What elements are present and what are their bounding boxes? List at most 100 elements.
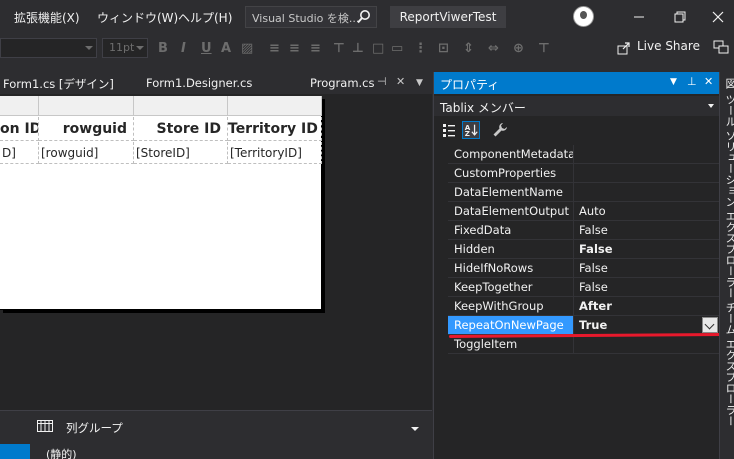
property-value[interactable] — [575, 335, 720, 353]
tab-form1-design[interactable]: Form1.cs [デザイン] — [3, 76, 114, 92]
row-group-selected[interactable] — [0, 444, 30, 459]
font-name-dropdown[interactable] — [0, 38, 97, 58]
property-row[interactable]: ComponentMetadata — [448, 145, 720, 164]
static-group-item[interactable]: (静的) — [46, 446, 77, 459]
data-cell[interactable]: [TerritoryID] — [228, 142, 322, 164]
property-row[interactable]: CustomProperties — [448, 164, 720, 183]
align-center-icon[interactable]: ≡ — [289, 42, 300, 56]
menu-extensions[interactable]: 拡張機能(X) — [14, 9, 80, 26]
side-tab-team-explorer[interactable]: チーム エクスプローラー — [722, 302, 734, 427]
tab-close-icon[interactable]: ✕ — [396, 75, 405, 88]
center-icon[interactable]: ⊕ — [513, 42, 524, 56]
report-designer[interactable]: on ID rowguid Store ID Territory ID D] [… — [0, 94, 432, 410]
menu-help[interactable]: ヘルプ(H) — [178, 9, 232, 26]
header-cell[interactable]: Territory ID — [228, 117, 322, 141]
property-name[interactable]: Hidden — [448, 240, 574, 258]
column-handles[interactable] — [0, 96, 322, 116]
property-row[interactable]: DataElementOutput Auto — [448, 202, 720, 221]
column-handle[interactable] — [39, 96, 134, 116]
property-row[interactable]: ToggleItem — [448, 335, 720, 354]
font-size-dropdown[interactable]: 11pt — [102, 38, 148, 58]
property-name[interactable]: KeepWithGroup — [448, 297, 574, 315]
pin-icon[interactable]: ⊥ — [687, 75, 697, 88]
header-cell[interactable]: rowguid — [39, 117, 134, 141]
italic-icon[interactable]: I — [181, 42, 186, 56]
data-cell[interactable]: [rowguid] — [39, 142, 134, 164]
categorized-icon[interactable] — [440, 121, 458, 139]
size-objects-icon[interactable]: ⊡ — [438, 42, 449, 56]
property-value[interactable]: After — [575, 297, 720, 315]
property-row[interactable]: DataElementName — [448, 183, 720, 202]
minimize-icon[interactable] — [629, 7, 649, 27]
header-cell[interactable]: on ID — [0, 117, 39, 141]
column-handle[interactable] — [0, 96, 39, 116]
property-name[interactable]: RepeatOnNewPage — [448, 316, 574, 334]
align-left-icon[interactable]: ≡ — [269, 42, 280, 56]
underline-icon[interactable]: U — [201, 42, 212, 56]
property-value[interactable]: Auto — [575, 202, 720, 220]
tab-form1-designer-cs[interactable]: Form1.Designer.cs — [146, 76, 252, 90]
property-name[interactable]: DataElementName — [448, 183, 574, 201]
property-value[interactable] — [575, 164, 720, 182]
property-value[interactable]: False — [575, 278, 720, 296]
alphabetical-icon[interactable]: A Z — [462, 121, 480, 139]
live-share-button[interactable]: Live Share — [637, 39, 700, 53]
tab-program-cs[interactable]: Program.cs — [310, 76, 375, 90]
bold-icon[interactable]: B — [158, 42, 168, 56]
font-color-icon[interactable]: A — [221, 42, 231, 56]
data-cell[interactable]: D] — [0, 142, 39, 164]
column-handle[interactable] — [228, 96, 322, 116]
align-middle-icon[interactable]: ⊥ — [352, 42, 364, 56]
feedback-icon[interactable] — [713, 40, 729, 55]
object-selector[interactable]: Tablix メンバー — [434, 96, 720, 116]
search-icon[interactable] — [356, 8, 372, 26]
property-row[interactable]: KeepWithGroup After — [448, 297, 720, 316]
property-row[interactable]: KeepTogether False — [448, 278, 720, 297]
background-color-icon[interactable]: ▨ — [241, 42, 253, 56]
align-objects-icon[interactable]: ⋮ — [414, 42, 427, 56]
align-right-icon[interactable]: ≡ — [310, 42, 321, 56]
property-pages-wrench-icon[interactable] — [491, 121, 509, 139]
property-row[interactable]: FixedData False — [448, 221, 720, 240]
property-value[interactable]: False — [575, 221, 720, 239]
property-name[interactable]: ComponentMetadata — [448, 145, 574, 163]
header-cell[interactable]: Store ID — [134, 117, 228, 141]
property-name[interactable]: CustomProperties — [448, 164, 574, 182]
value-dropdown-chevron-icon[interactable] — [702, 317, 718, 333]
side-tab-solution-explorer[interactable]: ソリューション エクスプローラー — [722, 130, 734, 299]
property-row[interactable]: HideIfNoRows False — [448, 259, 720, 278]
side-tab-tools[interactable]: ツール — [722, 94, 734, 127]
property-value[interactable]: False — [575, 259, 720, 277]
property-value[interactable]: True — [575, 316, 720, 334]
live-share-icon[interactable] — [617, 41, 631, 55]
data-cell[interactable]: [StoreID] — [134, 142, 228, 164]
pin-icon[interactable]: ⊣ — [377, 75, 387, 88]
search-box[interactable]: Visual Studio を検... — [245, 6, 377, 28]
user-avatar[interactable] — [573, 6, 594, 27]
property-value[interactable] — [575, 145, 720, 163]
property-name[interactable]: HideIfNoRows — [448, 259, 574, 277]
close-icon[interactable] — [708, 7, 728, 27]
report-body[interactable]: on ID rowguid Store ID Territory ID D] [… — [0, 96, 322, 310]
property-row[interactable]: RepeatOnNewPage True — [448, 316, 720, 335]
align-top-icon[interactable]: ⊤ — [333, 42, 345, 56]
column-handle[interactable] — [134, 96, 228, 116]
property-name[interactable]: DataElementOutput — [448, 202, 574, 220]
menu-window[interactable]: ウィンドウ(W) — [97, 9, 178, 26]
side-tab-diagram[interactable]: 図 — [722, 78, 734, 89]
chevron-down-icon[interactable] — [411, 427, 419, 431]
spacing-icon[interactable]: ⇔ — [488, 42, 499, 56]
property-value[interactable]: False — [575, 240, 720, 258]
restore-icon[interactable] — [670, 7, 690, 27]
toolbar-overflow-icon[interactable]: ⊤ — [538, 42, 550, 56]
property-name[interactable]: KeepTogether — [448, 278, 574, 296]
property-name[interactable]: FixedData — [448, 221, 574, 239]
tab-list-chevron-icon[interactable]: ▼ — [416, 78, 423, 88]
distribute-icon[interactable]: ⇕ — [463, 42, 474, 56]
property-value[interactable] — [575, 183, 720, 201]
border-icon[interactable]: □ — [372, 42, 384, 56]
window-menu-chevron-icon[interactable]: ▼ — [670, 77, 677, 87]
border-style-icon[interactable]: ▭ — [391, 42, 403, 56]
panel-close-icon[interactable]: ✕ — [704, 75, 713, 88]
property-row[interactable]: Hidden False — [448, 240, 720, 259]
